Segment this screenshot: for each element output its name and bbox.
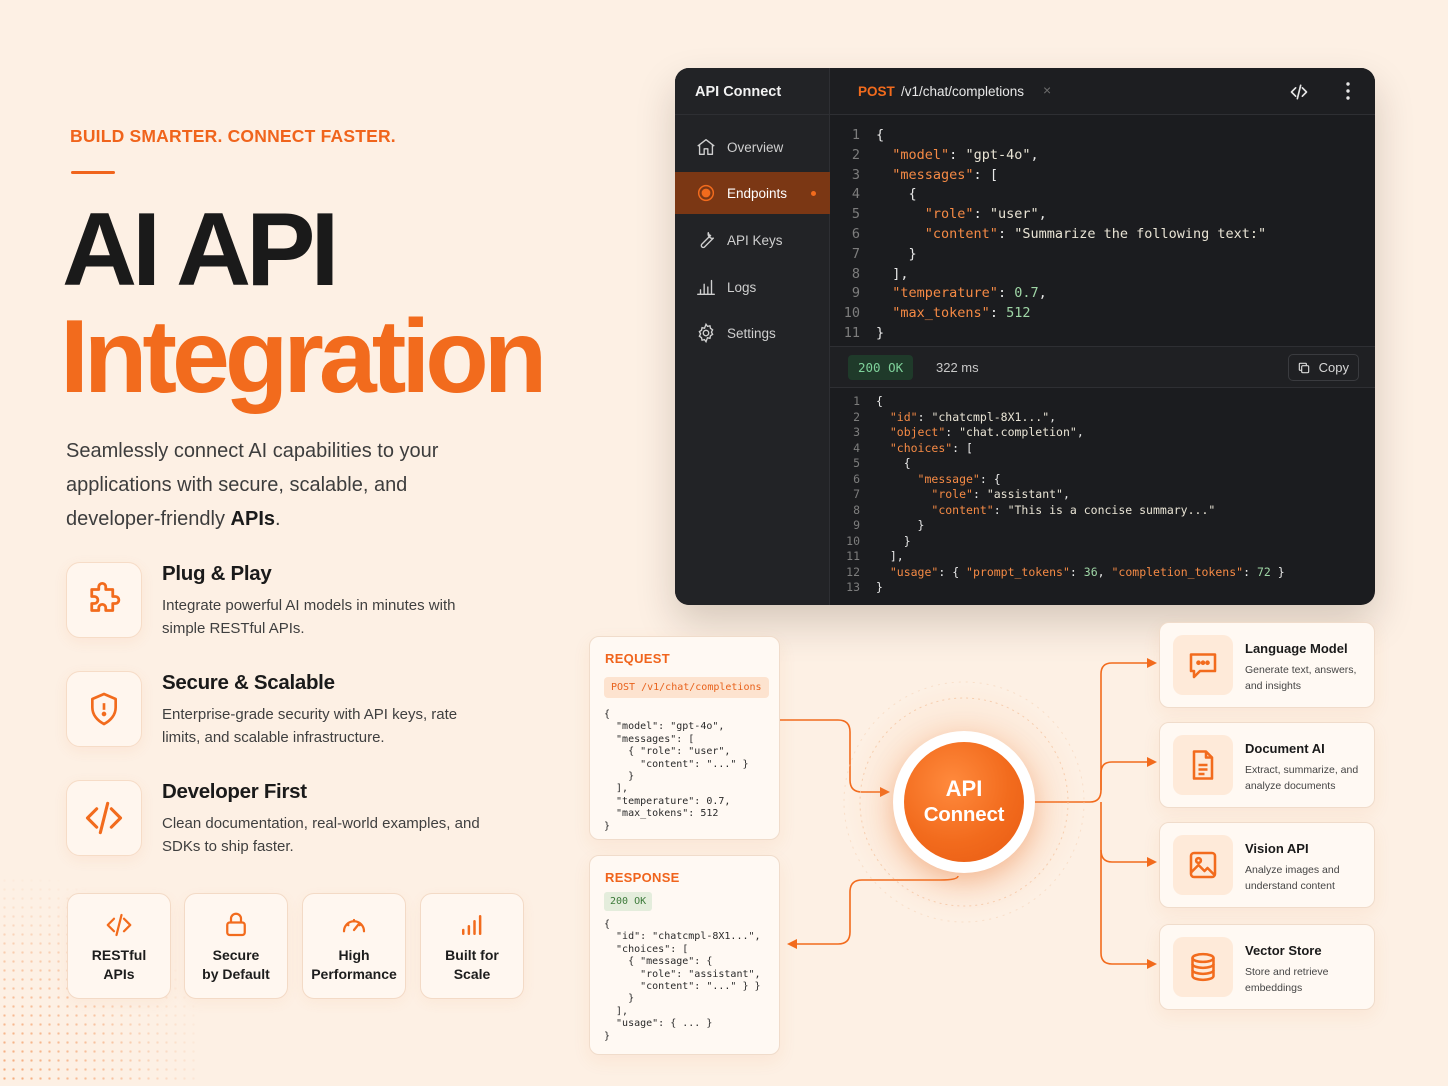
service-title: Vision API [1245, 841, 1309, 856]
hub-line2: Connect [923, 803, 1005, 826]
request-code: { "model": "gpt-4o", "messages": [ { "ro… [604, 709, 749, 832]
response-card-title: RESPONSE [605, 870, 680, 885]
response-code: { "id": "chatcmpl-8X1...", "choices": [ … [604, 919, 761, 1042]
service-document-ai[interactable]: Document AI Extract, summarize, and anal… [1159, 722, 1375, 808]
response-card: RESPONSE 200 OK { "id": "chatcmpl-8X1...… [589, 855, 780, 1055]
service-vector-store[interactable]: Vector Store Store and retrieve embeddin… [1159, 924, 1375, 1010]
service-desc: Generate text, answers, and insights [1245, 664, 1357, 692]
document-icon [1173, 735, 1233, 795]
service-language-model[interactable]: Language Model Generate text, answers, a… [1159, 622, 1375, 708]
response-status-chip: 200 OK [604, 892, 653, 911]
request-card: REQUEST POST /v1/chat/completions { "mod… [589, 636, 780, 840]
chat-icon [1173, 635, 1233, 695]
database-icon [1173, 937, 1233, 997]
service-desc: Extract, summarize, and analyze document… [1245, 764, 1359, 792]
service-title: Document AI [1245, 741, 1325, 756]
request-endpoint-chip: POST /v1/chat/completions [604, 677, 769, 698]
hub-line1: API [945, 776, 983, 801]
service-vision-api[interactable]: Vision API Analyze images and understand… [1159, 822, 1375, 908]
service-desc: Store and retrieve embeddings [1245, 966, 1329, 994]
service-title: Vector Store [1245, 943, 1322, 958]
service-desc: Analyze images and understand content [1245, 864, 1340, 892]
api-connect-hub[interactable]: API Connect [904, 742, 1024, 862]
service-title: Language Model [1245, 641, 1348, 656]
request-card-title: REQUEST [605, 651, 670, 666]
image-icon [1173, 835, 1233, 895]
